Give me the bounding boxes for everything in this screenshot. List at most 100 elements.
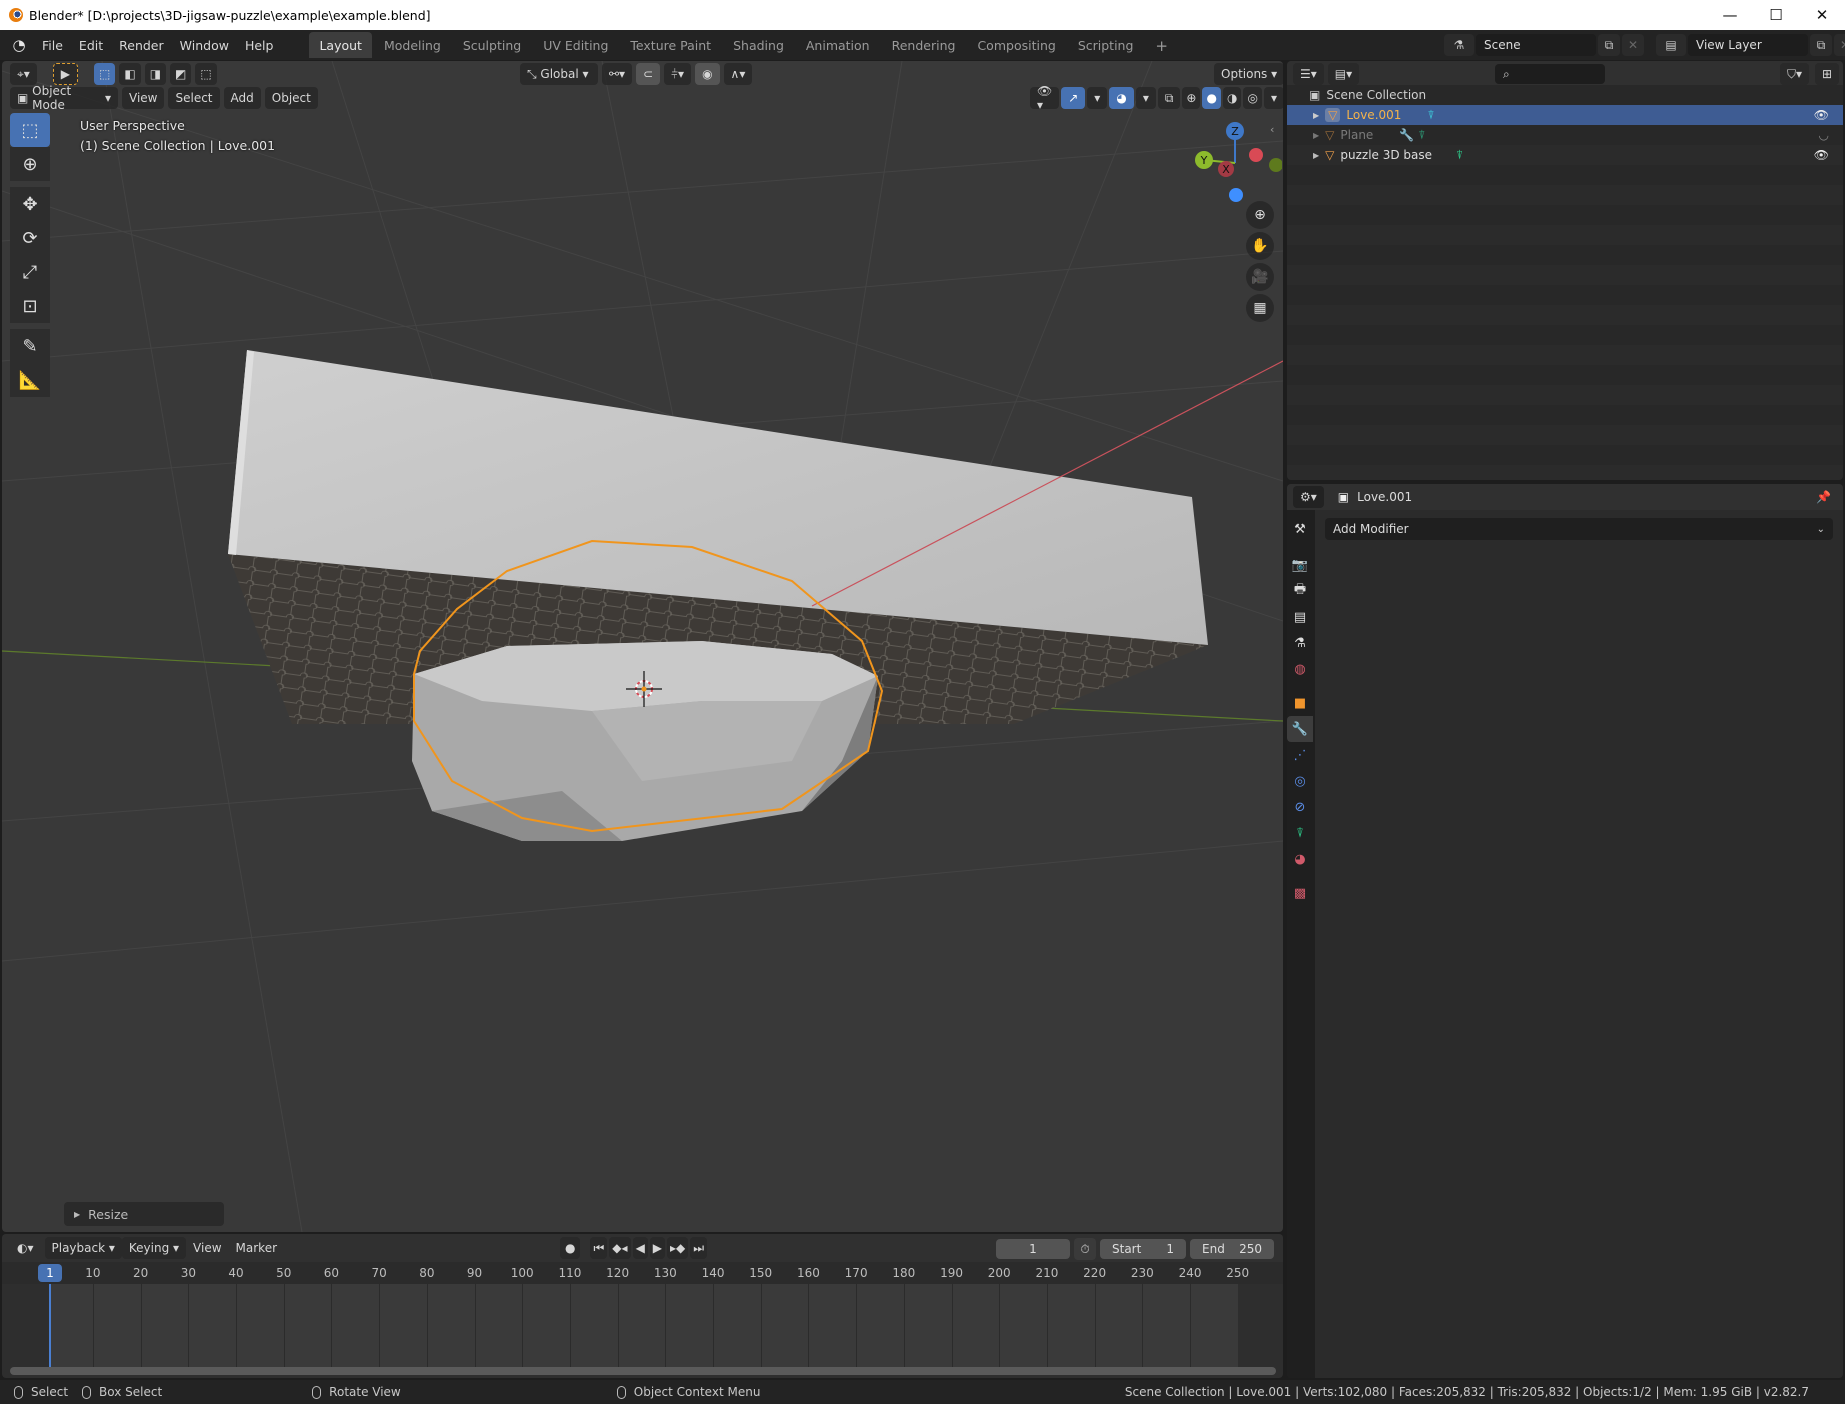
visibility-eye-icon[interactable]: 👁 (1814, 108, 1829, 122)
tab-rendering[interactable]: Rendering (882, 32, 966, 58)
gizmo-toggle-icon[interactable]: ↗ (1061, 87, 1086, 109)
tab-scripting[interactable]: Scripting (1068, 32, 1144, 58)
shading-dropdown[interactable]: ▾ (1263, 87, 1283, 109)
scale-tool-icon[interactable]: ⤢ (10, 255, 50, 289)
selection-mode-invert-icon[interactable]: ◩ (170, 63, 192, 85)
snap-target-dropdown[interactable]: ⫩▾ (664, 63, 692, 85)
options-dropdown[interactable]: Options ▾ (1214, 63, 1283, 85)
add-menu[interactable]: Add (223, 87, 261, 109)
close-button[interactable]: ✕ (1799, 0, 1845, 30)
camera-view-icon[interactable]: 🎥 (1246, 263, 1274, 291)
play-button[interactable]: ▶ (649, 1237, 666, 1259)
next-keyframe-button[interactable]: ▸◆ (667, 1237, 689, 1259)
last-operator-panel[interactable]: ▶ Resize (64, 1202, 224, 1226)
display-mode-dropdown[interactable]: ▤▾ (1327, 63, 1360, 85)
active-tool-icon[interactable]: ▶ (52, 63, 79, 85)
selection-mode-intersect-icon[interactable]: ⬚ (195, 63, 217, 85)
blender-menu-icon[interactable]: ◔ (10, 36, 28, 54)
mode-dropdown[interactable]: ▣ Object Mode ▾ (10, 84, 118, 112)
rotate-tool-icon[interactable]: ⟳ (10, 221, 50, 255)
filter-dropdown[interactable]: ⛉▾ (1779, 63, 1809, 85)
properties-editor[interactable]: ⚙▾ ▣ Love.001 📌 ⚒ 📷 🖶 ▤ ⚗ ◍ ■ 🔧 ⋰ ◎ ⊘ ⍒ … (1287, 484, 1843, 1378)
object-tab-icon[interactable]: ■ (1287, 690, 1313, 716)
selection-mode-subtract-icon[interactable]: ◨ (144, 63, 167, 85)
shading-wireframe-icon[interactable]: ⊕ (1182, 87, 1201, 109)
outliner-row-love[interactable]: ▶ ▽ Love.001 ⍒ 👁 (1287, 105, 1843, 125)
shading-material-icon[interactable]: ◑ (1222, 87, 1242, 109)
selection-mode-extend-icon[interactable]: ◧ (119, 63, 141, 85)
transform-orientation-dropdown[interactable]: ⤡ Global ▾ (520, 63, 598, 85)
scene-field[interactable]: Scene (1476, 34, 1596, 56)
new-scene-icon[interactable]: ⧉ (1598, 34, 1620, 56)
keying-menu[interactable]: Keying ▾ (121, 1237, 187, 1259)
timeline-track[interactable] (2, 1284, 1283, 1372)
material-tab-icon[interactable]: ◕ (1287, 846, 1313, 872)
start-frame-field[interactable]: Start 1 (1100, 1239, 1186, 1259)
scene-selector-icon[interactable]: ⚗ (1444, 34, 1474, 56)
navigation-gizmo[interactable]: Z X Y (1182, 113, 1282, 203)
play-reverse-button[interactable]: ◀ (632, 1237, 648, 1259)
xray-toggle-icon[interactable]: ⧉ (1157, 87, 1181, 109)
timeline-view-menu[interactable]: View (186, 1237, 228, 1259)
annotate-tool-icon[interactable]: ✎ (10, 329, 50, 363)
outliner-scene-collection[interactable]: ▣ Scene Collection (1287, 85, 1843, 105)
physics-tab-icon[interactable]: ◎ (1287, 768, 1313, 794)
view-layer-tab-icon[interactable]: ▤ (1287, 604, 1313, 630)
menu-help[interactable]: Help (237, 38, 282, 53)
overlays-dropdown[interactable]: ▾ (1135, 87, 1156, 109)
playhead-line[interactable] (49, 1284, 51, 1372)
outliner-row-puzzle-base[interactable]: ▶ ▽ puzzle 3D base ⍒ 👁 (1287, 145, 1843, 165)
tab-animation[interactable]: Animation (796, 32, 880, 58)
texture-tab-icon[interactable]: ▩ (1287, 880, 1313, 906)
measure-tool-icon[interactable]: 📐 (10, 363, 50, 397)
new-collection-icon[interactable]: ⊞ (1814, 63, 1839, 85)
prev-keyframe-button[interactable]: ◆◂ (609, 1237, 631, 1259)
menu-file[interactable]: File (34, 38, 71, 53)
proportional-editing-icon[interactable]: ◉ (695, 63, 720, 85)
visibility-eye-icon[interactable]: 👁 (1814, 148, 1829, 162)
tab-layout[interactable]: Layout (309, 32, 372, 58)
tab-compositing[interactable]: Compositing (967, 32, 1065, 58)
gizmo-neg-z-icon[interactable] (1229, 188, 1243, 202)
sidebar-toggle-icon[interactable]: ‹ (1270, 123, 1274, 136)
visibility-hidden-icon[interactable]: ◡ (1819, 128, 1829, 142)
overlays-toggle-icon[interactable]: ◕ (1109, 87, 1134, 109)
view-menu[interactable]: View (122, 87, 165, 109)
marker-menu[interactable]: Marker (229, 1237, 284, 1259)
pan-view-icon[interactable]: ✋ (1246, 232, 1274, 260)
record-button[interactable]: ● (560, 1237, 581, 1259)
snap-toggle-icon[interactable]: ⊂ (636, 63, 661, 85)
tab-modeling[interactable]: Modeling (374, 32, 451, 58)
add-workspace-button[interactable]: + (1145, 31, 1178, 60)
add-modifier-dropdown[interactable]: Add Modifier ⌄ (1325, 518, 1833, 540)
end-frame-field[interactable]: End 250 (1190, 1239, 1274, 1259)
menu-edit[interactable]: Edit (71, 38, 111, 53)
outliner-editor-type-button[interactable]: ☰▾ (1293, 63, 1324, 85)
3d-viewport[interactable]: ⌖▾ ▶ ⬚ ◧ ◨ ◩ ⬚ ⤡ Global ▾ ⚯▾ ⊂ ⫩▾ ◉ ∧▾ O… (2, 61, 1283, 1232)
current-frame-field[interactable]: 1 (996, 1239, 1070, 1259)
new-view-layer-icon[interactable]: ⧉ (1810, 34, 1832, 56)
object-menu[interactable]: Object (264, 87, 318, 109)
output-tab-icon[interactable]: 🖶 (1287, 578, 1313, 604)
move-tool-icon[interactable]: ✥ (10, 187, 50, 221)
gizmo-dropdown[interactable]: ▾ (1087, 87, 1108, 109)
pivot-point-dropdown[interactable]: ⚯▾ (602, 63, 633, 85)
select-menu[interactable]: Select (168, 87, 220, 109)
selection-mode-set-icon[interactable]: ⬚ (94, 63, 116, 85)
playback-menu[interactable]: Playback ▾ (44, 1237, 122, 1259)
ortho-toggle-icon[interactable]: ▦ (1246, 294, 1274, 322)
visibility-dropdown[interactable]: 👁▾ (1030, 84, 1060, 112)
tab-uv-editing[interactable]: UV Editing (533, 32, 618, 58)
pin-icon[interactable]: 📌 (1816, 490, 1831, 504)
select-box-tool-icon[interactable]: ⬚ (10, 113, 50, 147)
render-tab-icon[interactable]: 📷 (1287, 552, 1313, 578)
editor-type-button[interactable]: ⌖▾ (10, 63, 37, 85)
particles-tab-icon[interactable]: ⋰ (1287, 742, 1313, 768)
zoom-view-icon[interactable]: ⊕ (1246, 201, 1274, 229)
tool-tab-icon[interactable]: ⚒ (1287, 516, 1313, 542)
data-tab-icon[interactable]: ⍒ (1287, 820, 1313, 846)
outliner-row-plane[interactable]: ▶ ▽ Plane 🔧 ⍒ ◡ (1287, 125, 1843, 145)
constraints-tab-icon[interactable]: ⊘ (1287, 794, 1313, 820)
gizmo-neg-y-icon[interactable] (1269, 158, 1282, 172)
shading-rendered-icon[interactable]: ◎ (1243, 87, 1262, 109)
